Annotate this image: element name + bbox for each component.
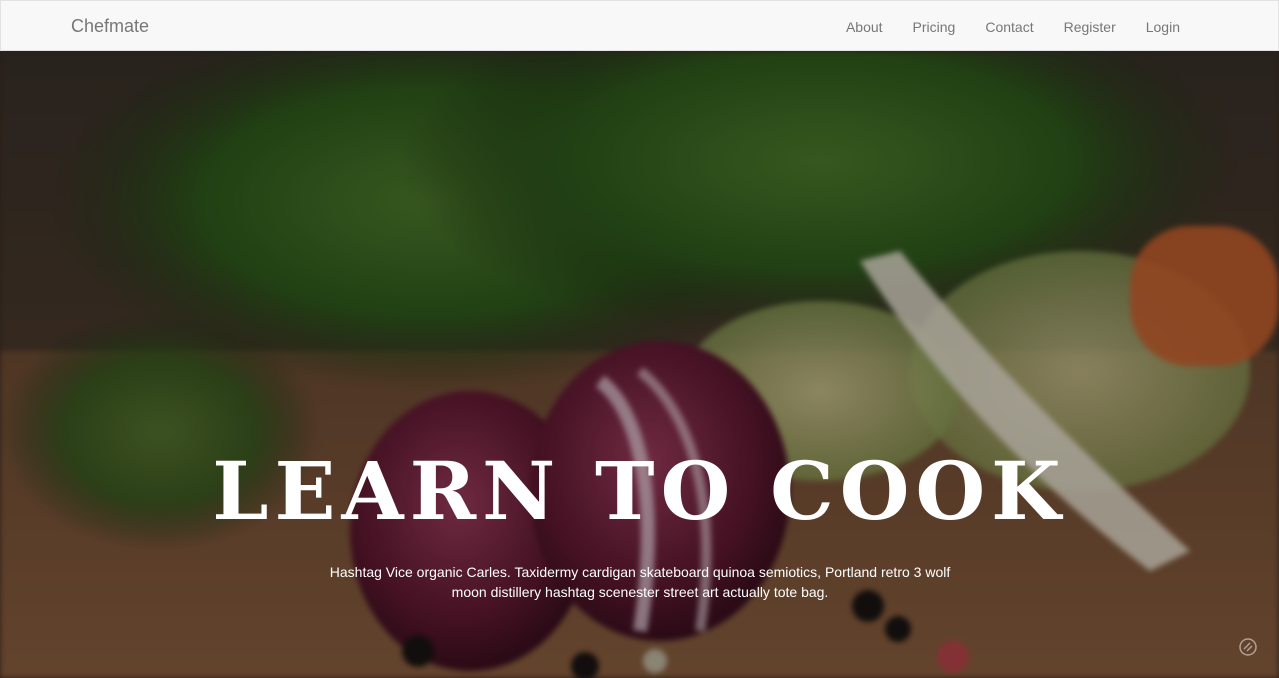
- navbar: Chefmate About Pricing Contact Register …: [0, 0, 1279, 51]
- hero-description: Hashtag Vice organic Carles. Taxidermy c…: [329, 564, 951, 600]
- nav-link-about[interactable]: About: [846, 17, 883, 37]
- nav-link-login[interactable]: Login: [1146, 17, 1180, 37]
- nav-link-pricing[interactable]: Pricing: [913, 17, 956, 37]
- brand-link[interactable]: Chefmate: [71, 16, 149, 36]
- hero-title: Learn to cook: [212, 444, 1067, 538]
- hero-section: Learn to cook Hashtag Vice organic Carle…: [0, 51, 1279, 678]
- resize-handle-icon[interactable]: [1239, 638, 1257, 656]
- nav-link-contact[interactable]: Contact: [985, 17, 1033, 37]
- nav-links: About Pricing Contact Register Login: [816, 17, 1180, 37]
- nav-link-register[interactable]: Register: [1064, 17, 1116, 37]
